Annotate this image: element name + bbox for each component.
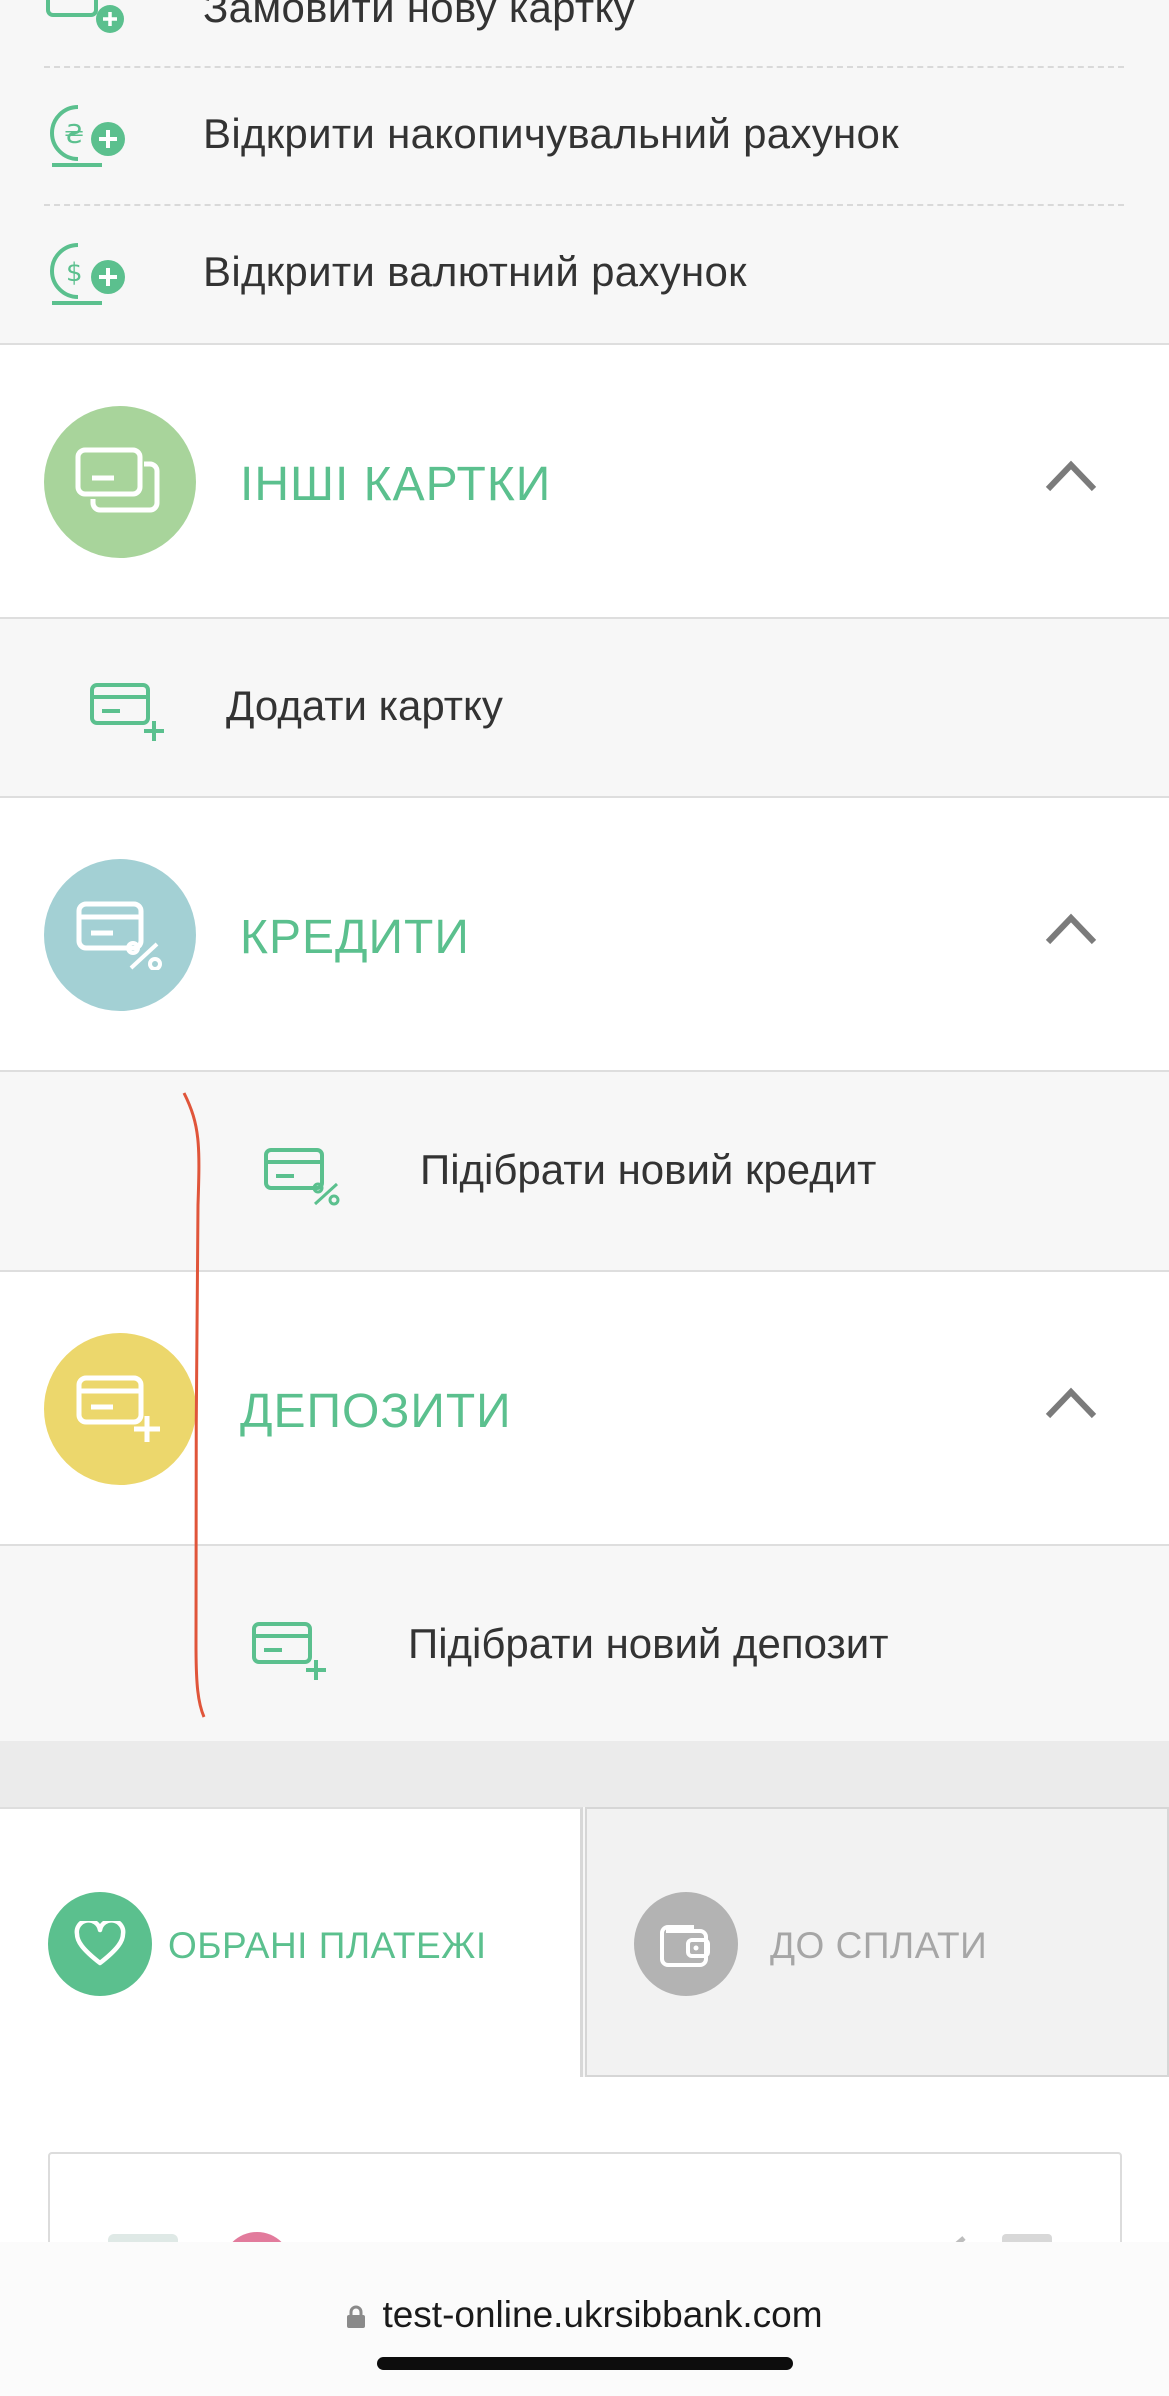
heart-icon: [48, 1892, 152, 1996]
tab-favorite-payments[interactable]: ОБРАНІ ПЛАТЕЖІ: [0, 1807, 583, 2077]
tab-favorite-label: ОБРАНІ ПЛАТЕЖІ: [168, 1925, 487, 1966]
app-page: Замовити нову картку ₴ Відкрити накопичу…: [0, 0, 1169, 2396]
open-currency-label: Відкрити валютний рахунок: [203, 248, 747, 295]
card-plus-icon: [90, 683, 164, 741]
home-indicator[interactable]: [377, 2357, 793, 2370]
section-title: ДЕПОЗИТИ: [240, 1385, 512, 1438]
section-gap: [0, 1741, 1169, 1807]
cards-icon: [44, 406, 196, 558]
card-plus-icon: [252, 1622, 326, 1680]
tab-due-label: ДО СПЛАТИ: [770, 1925, 988, 1966]
tab-due-payments[interactable]: ДО СПЛАТИ: [585, 1807, 1169, 2077]
card-percent-icon: [264, 1148, 340, 1206]
open-currency-item[interactable]: $ Відкрити валютний рахунок: [0, 205, 1169, 343]
url-text: test-online.ukrsibbank.com: [382, 2294, 823, 2335]
chevron-up-icon[interactable]: [1044, 457, 1098, 497]
lock-icon: [346, 2296, 366, 2328]
add-card-item[interactable]: Додати картку: [0, 621, 1169, 796]
order-card-item[interactable]: Замовити нову картку: [0, 0, 1169, 69]
section-other-cards[interactable]: ІНШІ КАРТКИ: [0, 343, 1169, 619]
section-title: ІНШІ КАРТКИ: [240, 458, 552, 511]
wallet-icon: [634, 1892, 738, 1996]
annotation-scribble: [182, 1092, 206, 1718]
open-savings-label: Відкрити накопичувальний рахунок: [203, 110, 899, 157]
url-display[interactable]: test-online.ukrsibbank.com: [0, 2294, 1169, 2336]
new-credit-label: Підібрати новий кредит: [420, 1146, 877, 1193]
section-title: КРЕДИТИ: [240, 911, 470, 964]
order-card-label: Замовити нову картку: [203, 0, 635, 31]
card-plus-icon: [46, 0, 124, 33]
add-card-label: Додати картку: [226, 682, 503, 729]
svg-text:₴: ₴: [64, 120, 84, 150]
dollar-coins-plus-icon: $: [50, 243, 125, 305]
open-savings-item[interactable]: ₴ Відкрити накопичувальний рахунок: [0, 67, 1169, 205]
chevron-up-icon[interactable]: [1044, 1384, 1098, 1424]
hryvnia-coins-plus-icon: ₴: [50, 105, 125, 167]
browser-address-bar[interactable]: test-online.ukrsibbank.com: [0, 2242, 1169, 2396]
section-credits[interactable]: КРЕДИТИ: [0, 796, 1169, 1072]
svg-text:$: $: [66, 258, 83, 288]
card-percent-icon: [44, 859, 196, 1011]
new-deposit-label: Підібрати новий депозит: [408, 1620, 889, 1667]
account-actions-list: Замовити нову картку ₴ Відкрити накопичу…: [0, 0, 1169, 344]
chevron-up-icon[interactable]: [1044, 910, 1098, 950]
